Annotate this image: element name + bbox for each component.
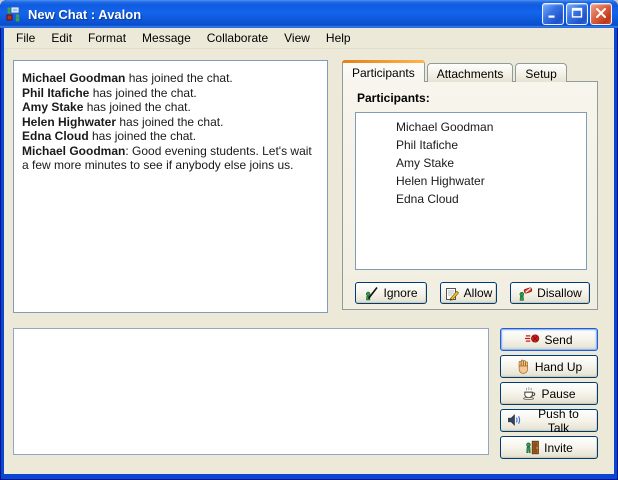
chat-message-user: Michael Goodman: [22, 144, 125, 158]
menu-item-view[interactable]: View: [276, 29, 318, 47]
chat-message-text: has joined the chat.: [89, 129, 196, 143]
close-button[interactable]: [590, 3, 612, 25]
pause-button[interactable]: Pause: [500, 382, 598, 405]
chat-message: Michael Goodman: Good evening students. …: [22, 144, 319, 173]
minimize-icon: [546, 6, 560, 23]
invite-button-label: Invite: [544, 441, 573, 455]
menu-bar: FileEditFormatMessageCollaborateViewHelp: [4, 28, 614, 49]
title-bar[interactable]: New Chat : Avalon: [0, 0, 618, 28]
app-window: New Chat : Avalon FileEditFormatMessageC…: [0, 0, 618, 480]
allow-icon: [445, 286, 460, 301]
disallow-icon: [518, 286, 533, 301]
menu-item-edit[interactable]: Edit: [43, 29, 80, 47]
menu-item-file[interactable]: File: [8, 29, 43, 47]
tab-strip: ParticipantsAttachmentsSetup: [342, 60, 569, 82]
coffee-icon: [522, 386, 537, 401]
push-to-talk-button[interactable]: Push to Talk: [500, 409, 598, 432]
chat-message-user: Michael Goodman: [22, 71, 125, 85]
maximize-button[interactable]: [566, 3, 588, 25]
allow-button-label: Allow: [464, 286, 493, 300]
invite-button[interactable]: Invite: [500, 436, 598, 459]
menu-item-help[interactable]: Help: [318, 29, 359, 47]
chat-message-user: Edna Cloud: [22, 129, 89, 143]
disallow-button-label: Disallow: [537, 286, 582, 300]
participant-list[interactable]: Michael GoodmanPhil ItaficheAmy StakeHel…: [355, 112, 587, 270]
ignore-button-label: Ignore: [383, 286, 417, 300]
chat-log[interactable]: Michael Goodman has joined the chat.Phil…: [13, 60, 328, 313]
hand-up-button[interactable]: Hand Up: [500, 355, 598, 378]
pause-button-label: Pause: [541, 387, 575, 401]
window-controls: [542, 3, 612, 25]
participant-item[interactable]: Helen Highwater: [356, 172, 586, 190]
participant-item[interactable]: Edna Cloud: [356, 190, 586, 208]
window-body: Michael Goodman has joined the chat.Phil…: [4, 49, 614, 474]
hand-up-button-label: Hand Up: [535, 360, 582, 374]
participant-item[interactable]: Michael Goodman: [356, 118, 586, 136]
participants-tab-panel: Participants: Michael GoodmanPhil Itafic…: [342, 81, 598, 310]
send-button-label: Send: [544, 333, 572, 347]
message-input[interactable]: [13, 328, 489, 455]
chat-app-icon: [6, 6, 23, 23]
chat-message: Michael Goodman has joined the chat.: [22, 71, 319, 86]
invite-icon: [525, 440, 540, 455]
window-title: New Chat : Avalon: [28, 7, 542, 22]
chat-message: Helen Highwater has joined the chat.: [22, 115, 319, 130]
menu-item-format[interactable]: Format: [80, 29, 134, 47]
minimize-button[interactable]: [542, 3, 564, 25]
chat-message-user: Phil Itafiche: [22, 86, 89, 100]
participant-item[interactable]: Amy Stake: [356, 154, 586, 172]
participants-heading: Participants:: [357, 91, 430, 105]
allow-button[interactable]: Allow: [440, 282, 497, 304]
tab-setup[interactable]: Setup: [515, 63, 566, 82]
send-button[interactable]: Send: [500, 328, 598, 351]
chat-message-text: has joined the chat.: [116, 115, 223, 129]
disallow-button[interactable]: Disallow: [510, 282, 590, 304]
chat-message-text: has joined the chat.: [89, 86, 196, 100]
chat-message-user: Helen Highwater: [22, 115, 116, 129]
menu-item-message[interactable]: Message: [134, 29, 199, 47]
chat-action-buttons: Send Hand Up Pause Push to Talk Invite: [500, 328, 598, 459]
chat-message-text: has joined the chat.: [125, 71, 232, 85]
chat-message: Edna Cloud has joined the chat.: [22, 129, 319, 144]
ignore-button[interactable]: Ignore: [355, 282, 427, 304]
participant-action-buttons: Ignore Allow Disallow: [355, 282, 590, 304]
hand-icon: [516, 359, 531, 374]
ignore-icon: [364, 286, 379, 301]
maximize-icon: [570, 6, 584, 23]
send-icon: [525, 332, 540, 347]
chat-message-text: has joined the chat.: [83, 100, 190, 114]
tab-participants[interactable]: Participants: [342, 60, 425, 82]
tab-attachments[interactable]: Attachments: [427, 63, 514, 82]
speaker-icon: [507, 413, 522, 428]
chat-message-user: Amy Stake: [22, 100, 83, 114]
participant-item[interactable]: Phil Itafiche: [356, 136, 586, 154]
menu-item-collaborate[interactable]: Collaborate: [199, 29, 276, 47]
close-icon: [594, 6, 608, 23]
push-to-talk-button-label: Push to Talk: [526, 407, 591, 435]
chat-message: Amy Stake has joined the chat.: [22, 100, 319, 115]
chat-message: Phil Itafiche has joined the chat.: [22, 86, 319, 101]
